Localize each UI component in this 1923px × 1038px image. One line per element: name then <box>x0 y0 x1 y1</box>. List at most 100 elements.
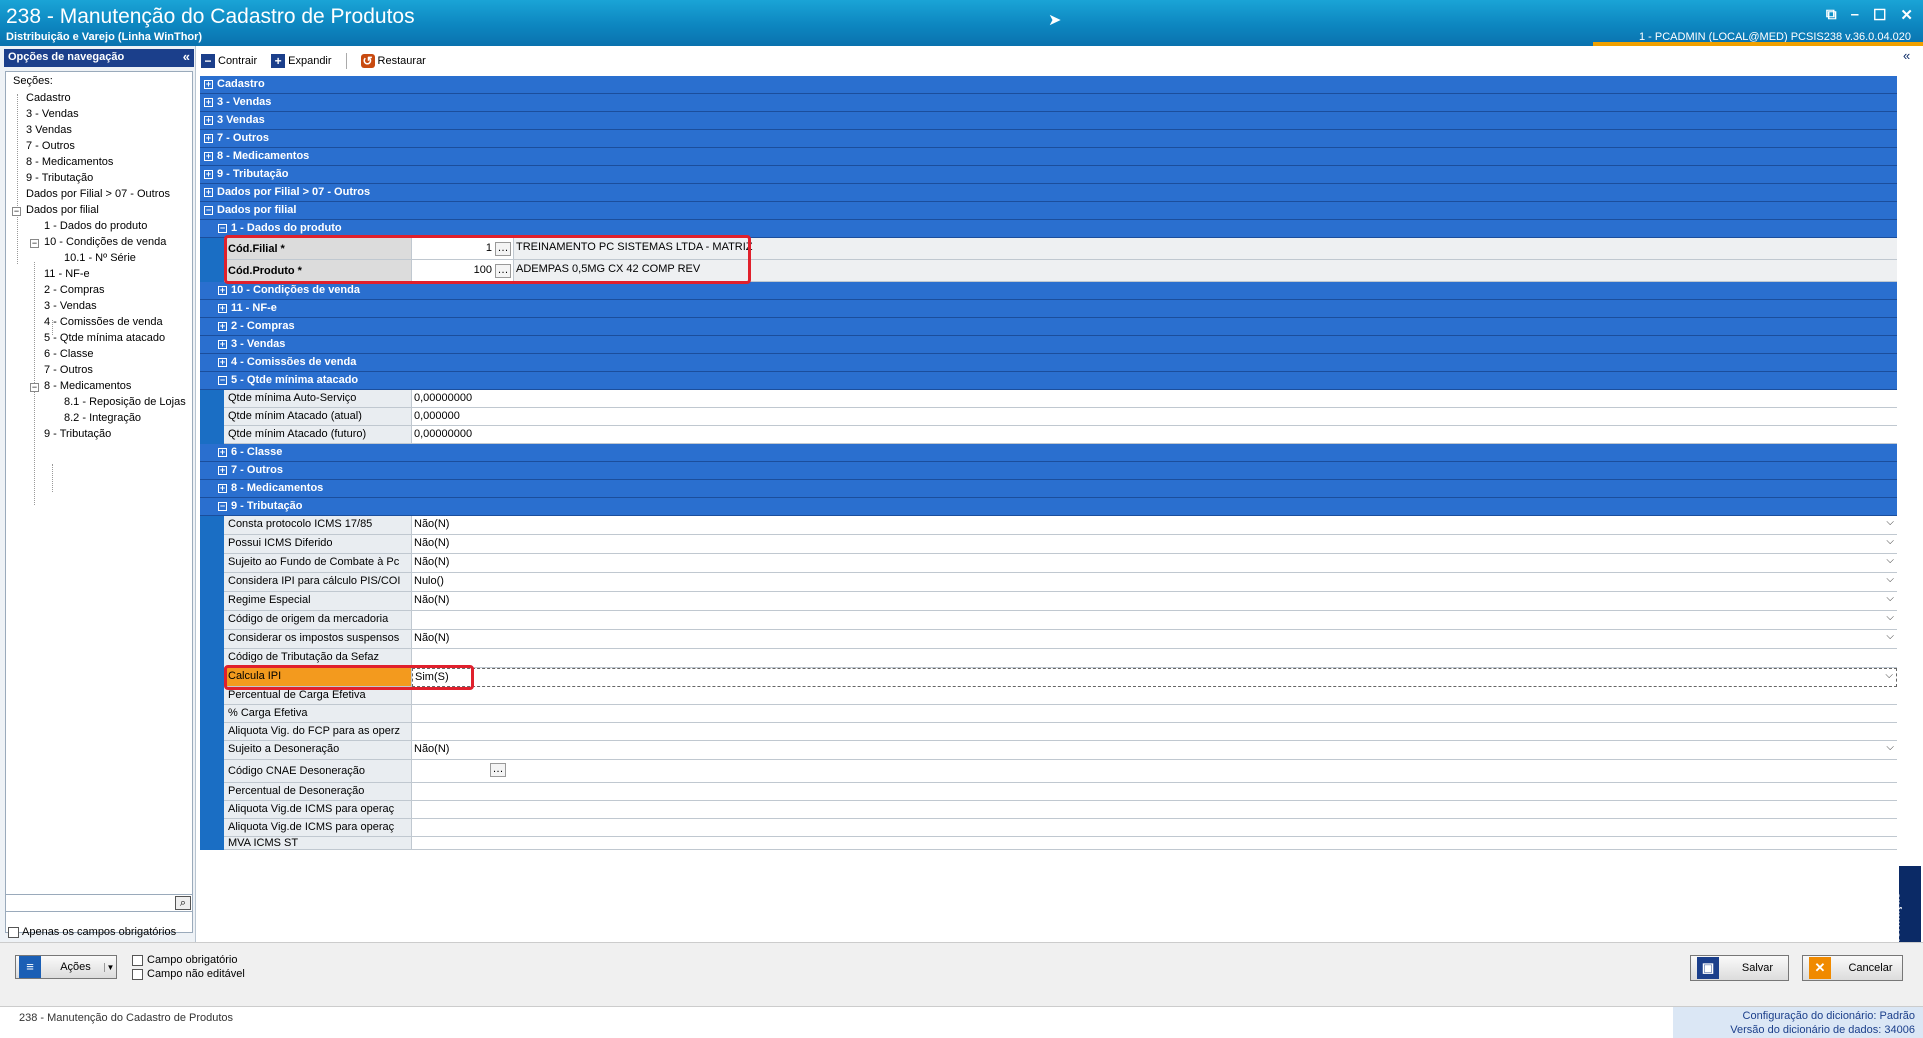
chevron-down-icon[interactable]: ⌵ <box>1886 631 1894 642</box>
restore-button[interactable]: ↺ Restaurar <box>360 54 426 68</box>
collapse-button[interactable]: − Contrair <box>201 54 257 68</box>
tree-item-condicoes-venda[interactable]: 10 - Condições de venda <box>44 236 166 248</box>
collapse-info-icon[interactable]: « <box>1903 48 1910 63</box>
subgroup-row[interactable]: +2 - Compras <box>200 318 1897 336</box>
tree-item-medicamentos-8[interactable]: 8 - Medicamentos <box>26 156 113 168</box>
field-value[interactable] <box>412 723 1897 741</box>
restore-window-icon[interactable]: ⧉ <box>1826 6 1837 24</box>
collapse-icon[interactable]: − <box>204 206 213 215</box>
chevron-down-icon[interactable]: ⌵ <box>1885 670 1893 681</box>
tree-item-vendas-3[interactable]: 3 - Vendas <box>26 108 79 120</box>
field-value[interactable] <box>412 705 1897 723</box>
field-value[interactable]: Nulo() ⌵ <box>412 573 1897 592</box>
expand-button[interactable]: + Expandir <box>271 54 332 68</box>
tree-item-cadastro[interactable]: Cadastro <box>26 92 71 104</box>
subgroup-row[interactable]: +3 - Vendas <box>200 336 1897 354</box>
tree-item-medicamentos[interactable]: 8 - Medicamentos <box>44 380 131 392</box>
expand-icon[interactable]: + <box>204 152 213 161</box>
group-row[interactable]: + Cadastro <box>200 76 1897 94</box>
chevron-down-icon[interactable]: ⌵ <box>1886 555 1894 566</box>
tree-item-nfe[interactable]: 11 - NF-e <box>44 268 90 280</box>
tree-collapse-icon[interactable]: − <box>30 383 39 392</box>
cancel-button[interactable]: ✕ Cancelar <box>1802 955 1903 981</box>
group-row[interactable]: +3 - Vendas <box>200 94 1897 112</box>
field-value[interactable]: Não(N) ⌵ <box>412 554 1897 573</box>
group-row[interactable]: +7 - Outros <box>200 130 1897 148</box>
expand-icon[interactable]: + <box>218 322 227 331</box>
chevron-down-icon[interactable]: ⌵ <box>1886 536 1894 547</box>
subgroup-row[interactable]: +10 - Condições de venda <box>200 282 1897 300</box>
expand-icon[interactable]: + <box>218 340 227 349</box>
field-value[interactable] <box>412 819 1897 837</box>
expand-icon[interactable]: + <box>204 98 213 107</box>
save-button[interactable]: ▣ Salvar <box>1690 955 1789 981</box>
maximize-icon[interactable]: ☐ <box>1873 6 1886 24</box>
tree-item-tributacao[interactable]: 9 - Tributação <box>44 428 111 440</box>
field-value[interactable]: Não(N) ⌵ <box>412 516 1897 535</box>
field-value[interactable]: Não(N) ⌵ <box>412 741 1897 760</box>
collapse-icon[interactable]: − <box>218 502 227 511</box>
subgroup-row[interactable]: −5 - Qtde mínima atacado <box>200 372 1897 390</box>
subgroup-row[interactable]: +7 - Outros <box>200 462 1897 480</box>
tree-item-dados-produto[interactable]: 1 - Dados do produto <box>44 220 147 232</box>
field-value[interactable] <box>412 687 1897 705</box>
tree-item-compras[interactable]: 2 - Compras <box>44 284 105 296</box>
subgroup-row[interactable]: +11 - NF-e <box>200 300 1897 318</box>
group-row[interactable]: +9 - Tributação <box>200 166 1897 184</box>
expand-icon[interactable]: + <box>218 304 227 313</box>
expand-icon[interactable]: + <box>218 358 227 367</box>
expand-icon[interactable]: + <box>218 466 227 475</box>
field-value[interactable] <box>412 783 1897 801</box>
checkbox-box[interactable] <box>8 926 19 938</box>
subgroup-row[interactable]: −9 - Tributação <box>200 498 1897 516</box>
group-row[interactable]: + Dados por Filial > 07 - Outros <box>200 184 1897 202</box>
expand-icon[interactable]: + <box>204 170 213 179</box>
section-search-input[interactable]: ⌕ <box>5 894 193 912</box>
field-value[interactable] <box>412 649 1897 668</box>
tree-item-classe[interactable]: 6 - Classe <box>44 348 94 360</box>
tree-item-outros[interactable]: 7 - Outros <box>44 364 93 376</box>
expand-icon[interactable]: + <box>204 188 213 197</box>
field-value[interactable]: Não(N) ⌵ <box>412 535 1897 554</box>
chevron-down-icon[interactable]: ⌵ <box>1886 517 1894 528</box>
expand-icon[interactable]: + <box>218 484 227 493</box>
expand-icon[interactable]: + <box>218 448 227 457</box>
field-value[interactable]: 0,000000 <box>412 408 1897 426</box>
tree-item-vendas[interactable]: 3 - Vendas <box>44 300 97 312</box>
lookup-button[interactable]: … <box>490 763 506 777</box>
field-value[interactable]: … <box>412 760 1897 783</box>
tree-item-outros-7[interactable]: 7 - Outros <box>26 140 75 152</box>
tree-collapse-icon[interactable]: − <box>30 239 39 248</box>
tree-item-qtde-minima[interactable]: 5 - Qtde mínima atacado <box>44 332 165 344</box>
tree-item-dados-filial-07[interactable]: Dados por Filial > 07 - Outros <box>26 188 170 200</box>
chevron-down-icon[interactable]: ⌵ <box>1886 612 1894 623</box>
chevron-down-icon[interactable]: ⌵ <box>1886 742 1894 753</box>
field-value[interactable]: Não(N) ⌵ <box>412 630 1897 649</box>
dropdown-arrow-icon[interactable]: ▼ <box>104 962 116 972</box>
field-value[interactable]: ⌵ <box>412 611 1897 630</box>
collapse-icon[interactable]: − <box>218 376 227 385</box>
tree-item-comissoes[interactable]: 4 - Comissões de venda <box>44 316 163 328</box>
tree-item-numero-serie[interactable]: 10.1 - Nº Série <box>64 252 136 264</box>
tree-item-dados-por-filial[interactable]: Dados por filial <box>26 204 99 216</box>
expand-icon[interactable]: + <box>204 80 213 89</box>
minimize-icon[interactable]: – <box>1851 6 1859 24</box>
close-icon[interactable]: ✕ <box>1900 6 1913 24</box>
chevron-down-icon[interactable]: ⌵ <box>1886 574 1894 585</box>
expand-icon[interactable]: + <box>204 116 213 125</box>
tree-item-reposicao[interactable]: 8.1 - Reposição de Lojas <box>64 396 186 408</box>
field-value[interactable]: 0,00000000 <box>412 426 1897 444</box>
field-value[interactable] <box>412 837 1897 850</box>
tree-item-vendas-3b[interactable]: 3 Vendas <box>26 124 72 136</box>
only-required-checkbox[interactable]: Apenas os campos obrigatórios <box>8 926 176 938</box>
tree-item-tributacao-9[interactable]: 9 - Tributação <box>26 172 93 184</box>
actions-button[interactable]: ≡ Ações ▼ <box>15 955 117 979</box>
calcula-ipi-select[interactable]: Sim(S) ⌵ <box>412 668 1897 687</box>
subgroup-row[interactable]: +6 - Classe <box>200 444 1897 462</box>
group-row[interactable]: − Dados por filial <box>200 202 1897 220</box>
field-value[interactable]: 0,00000000 <box>412 390 1897 408</box>
tree-collapse-icon[interactable]: − <box>12 207 21 216</box>
search-icon[interactable]: ⌕ <box>175 896 191 910</box>
expand-icon[interactable]: + <box>204 134 213 143</box>
tree-item-integracao[interactable]: 8.2 - Integração <box>64 412 141 424</box>
